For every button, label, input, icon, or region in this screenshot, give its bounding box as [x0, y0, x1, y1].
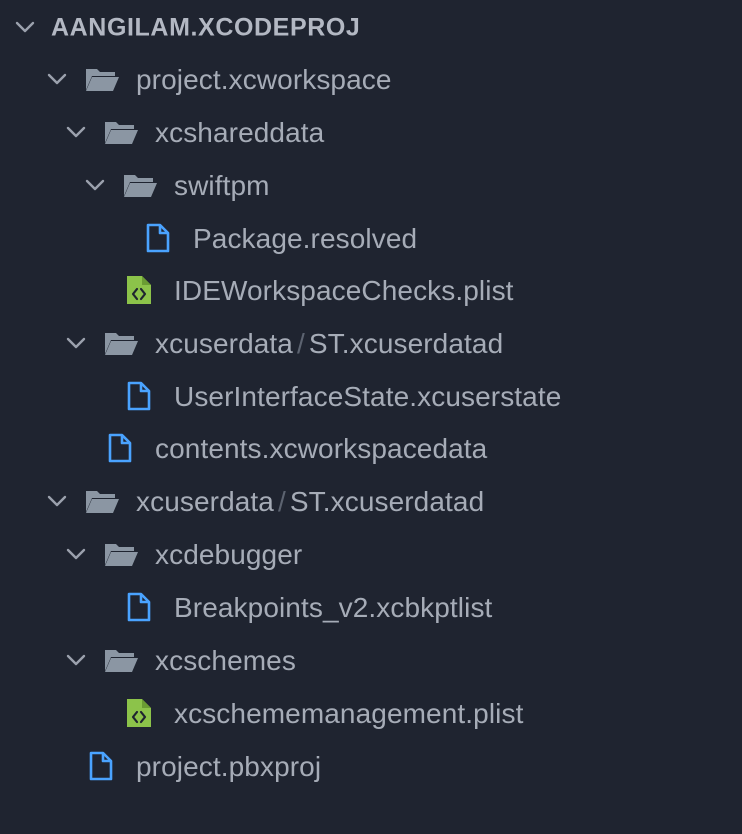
tree-item-ide-workspace-checks[interactable]: IDEWorkspaceChecks.plist: [0, 264, 742, 317]
tree-item-label: xcshareddata: [155, 116, 325, 148]
path-segment: ST.xcuserdatad: [308, 327, 504, 359]
path-separator: /: [277, 485, 286, 517]
folder-open-icon: [103, 328, 138, 358]
tree-item-label: UserInterfaceState.xcuserstate: [174, 380, 562, 412]
plist-file-icon: [125, 698, 159, 728]
tree-item-swiftpm[interactable]: swiftpm: [0, 159, 742, 212]
chevron-down-icon[interactable]: [63, 541, 89, 567]
tree-item-label: IDEWorkspaceChecks.plist: [174, 274, 514, 306]
tree-item-label: xcschememanagement.plist: [174, 697, 524, 729]
chevron-down-icon[interactable]: [44, 488, 70, 514]
tree-item-project-xcworkspace[interactable]: project.xcworkspace: [0, 53, 742, 106]
chevron-down-icon[interactable]: [63, 330, 89, 356]
chevron-down-icon[interactable]: [44, 66, 70, 92]
path-separator: /: [296, 327, 305, 359]
tree-item-project-pbxproj[interactable]: project.pbxproj: [0, 740, 742, 793]
tree-item-label: contents.xcworkspacedata: [155, 432, 488, 464]
tree-item-label: project.pbxproj: [136, 750, 322, 782]
file-icon: [145, 223, 179, 253]
tree-item-breakpoints[interactable]: Breakpoints_v2.xcbkptlist: [0, 581, 742, 634]
folder-open-icon: [103, 539, 138, 569]
tree-item-label: project.xcworkspace: [136, 63, 392, 95]
folder-open-icon: [84, 486, 119, 516]
tree-item-ws-xcuserdata[interactable]: xcuserdata / ST.xcuserdatad: [0, 317, 742, 370]
chevron-down-icon[interactable]: [82, 172, 108, 198]
chevron-down-icon[interactable]: [12, 14, 38, 40]
tree-item-label: swiftpm: [174, 169, 270, 201]
tree-item-label: xcuserdata / ST.xcuserdatad: [155, 328, 503, 360]
tree-root-aangilam-xcodeproj[interactable]: AANGILAM.XCODEPROJ: [0, 1, 742, 54]
tree-item-xcshareddata[interactable]: xcshareddata: [0, 106, 742, 159]
path-segment: ST.xcuserdatad: [289, 485, 485, 517]
tree-item-label: Breakpoints_v2.xcbkptlist: [174, 591, 493, 623]
file-icon: [126, 381, 160, 411]
tree-item-label: Package.resolved: [193, 222, 418, 254]
tree-item-label: xcschemes: [155, 644, 296, 676]
tree-item-user-interface-state[interactable]: UserInterfaceState.xcuserstate: [0, 370, 742, 423]
tree-item-proj-xcuserdata[interactable]: xcuserdata / ST.xcuserdatad: [0, 475, 742, 528]
tree-item-label: xcdebugger: [155, 538, 303, 570]
tree-item-package-resolved[interactable]: Package.resolved: [0, 212, 742, 265]
folder-open-icon: [103, 645, 138, 675]
chevron-down-icon[interactable]: [63, 119, 89, 145]
file-icon: [88, 751, 122, 781]
file-icon: [126, 592, 160, 622]
folder-open-icon: [103, 117, 138, 147]
file-icon: [107, 433, 141, 463]
tree-item-xcschemes[interactable]: xcschemes: [0, 634, 742, 687]
tree-item-xcdebugger[interactable]: xcdebugger: [0, 528, 742, 581]
chevron-down-icon[interactable]: [63, 647, 89, 673]
path-segment: xcuserdata: [155, 327, 293, 359]
tree-item-contents-xcworkspacedata[interactable]: contents.xcworkspacedata: [0, 422, 742, 475]
file-explorer-tree: AANGILAM.XCODEPROJ project.xcworkspace x…: [0, 0, 742, 834]
tree-item-xcschememanagement[interactable]: xcschememanagement.plist: [0, 687, 742, 740]
tree-root-label: AANGILAM.XCODEPROJ: [51, 13, 361, 41]
folder-open-icon: [122, 170, 157, 200]
tree-item-label: xcuserdata / ST.xcuserdatad: [136, 486, 484, 518]
folder-open-icon: [84, 64, 119, 94]
path-segment: xcuserdata: [136, 485, 274, 517]
plist-file-icon: [125, 275, 159, 305]
